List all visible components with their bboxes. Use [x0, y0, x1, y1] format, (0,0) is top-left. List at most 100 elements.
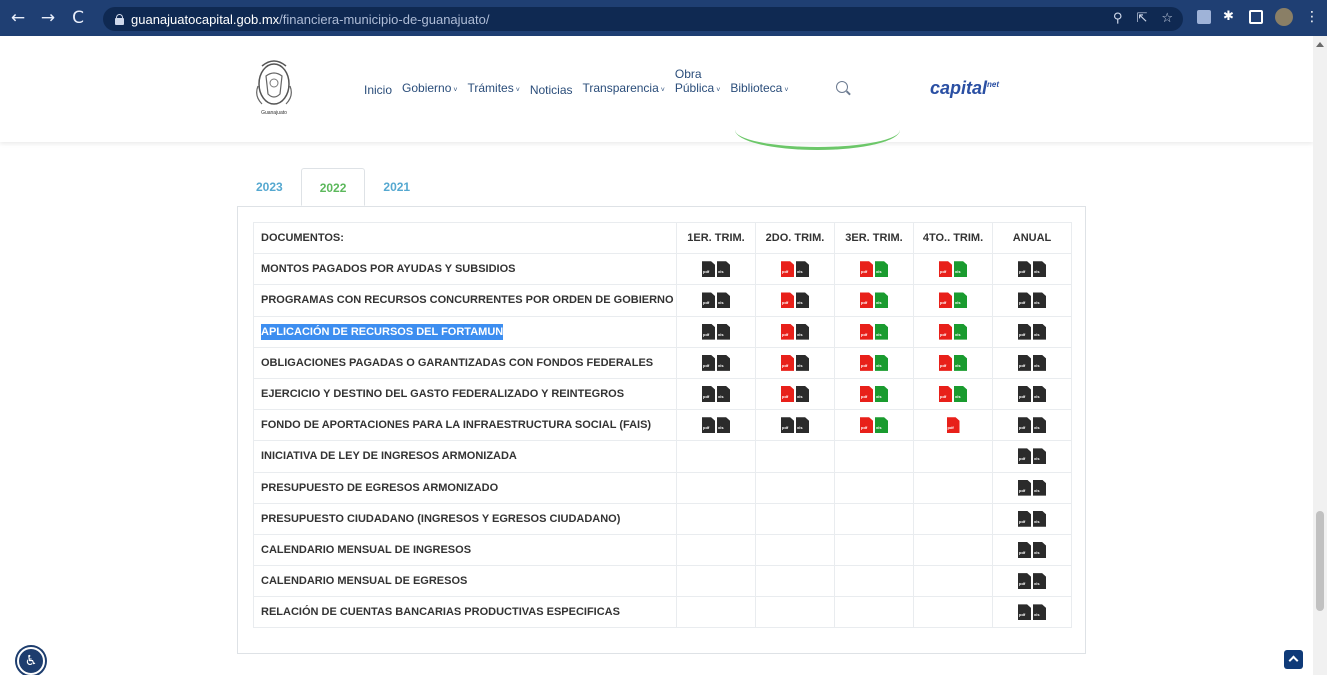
xls-file-icon[interactable]: xls: [875, 323, 888, 340]
lock-icon[interactable]: [115, 13, 124, 25]
pdf-file-icon[interactable]: pdf: [1018, 417, 1031, 434]
pdf-file-icon[interactable]: pdf: [702, 323, 715, 340]
xls-file-icon[interactable]: xls: [796, 261, 809, 278]
profile-avatar[interactable]: [1275, 8, 1293, 26]
extension-icon[interactable]: [1197, 10, 1211, 24]
xls-file-icon[interactable]: xls: [796, 386, 809, 403]
puzzle-icon[interactable]: ✱: [1223, 10, 1237, 24]
menu-item-tramites[interactable]: Trámites ˅: [467, 81, 519, 98]
xls-file-icon[interactable]: xls: [875, 261, 888, 278]
pdf-file-icon[interactable]: pdf: [1018, 510, 1031, 527]
xls-file-icon[interactable]: xls: [875, 417, 888, 434]
xls-file-icon[interactable]: xls: [796, 417, 809, 434]
scrollbar-thumb[interactable]: [1316, 511, 1324, 611]
xls-file-icon[interactable]: xls: [717, 354, 730, 371]
pdf-file-icon[interactable]: pdf: [860, 386, 873, 403]
capitalnet-logo[interactable]: capitalnet: [930, 78, 999, 99]
pdf-file-icon[interactable]: pdf: [939, 261, 952, 278]
menu-item-obra-publica[interactable]: Obra Pública ˅: [675, 67, 720, 98]
pdf-file-icon[interactable]: pdf: [939, 354, 952, 371]
xls-file-icon[interactable]: xls: [1033, 573, 1046, 590]
pdf-file-icon[interactable]: pdf: [781, 417, 794, 434]
menu-item-biblioteca[interactable]: Biblioteca ˅: [730, 81, 788, 98]
scroll-up-arrow-icon[interactable]: [1316, 42, 1324, 47]
scroll-to-top-button[interactable]: [1284, 650, 1303, 669]
xls-file-icon[interactable]: xls: [1033, 323, 1046, 340]
xls-file-icon[interactable]: xls: [1033, 510, 1046, 527]
address-bar[interactable]: guanajuatocapital.gob.mx/financiera-muni…: [103, 7, 1183, 31]
xls-file-icon[interactable]: xls: [875, 354, 888, 371]
xls-file-icon[interactable]: xls: [1033, 261, 1046, 278]
menu-item-inicio[interactable]: Inicio: [364, 83, 392, 97]
bookmark-star-icon[interactable]: ☆: [1161, 11, 1173, 26]
xls-file-icon[interactable]: xls: [954, 354, 967, 371]
pdf-file-icon[interactable]: pdf: [1018, 354, 1031, 371]
pdf-file-icon[interactable]: pdf: [1018, 292, 1031, 309]
xls-file-icon[interactable]: xls: [1033, 604, 1046, 621]
pdf-file-icon[interactable]: pdf: [860, 354, 873, 371]
xls-file-icon[interactable]: xls: [954, 323, 967, 340]
zoom-icon[interactable]: ⚲: [1113, 11, 1123, 26]
pdf-file-icon[interactable]: pdf: [1018, 323, 1031, 340]
menu-item-gobierno[interactable]: Gobierno ˅: [402, 81, 457, 98]
pdf-file-icon[interactable]: pdf: [946, 417, 960, 434]
xls-file-icon[interactable]: xls: [1033, 479, 1046, 496]
menu-item-transparencia[interactable]: Transparencia ˅: [583, 81, 665, 98]
pdf-file-icon[interactable]: pdf: [939, 323, 952, 340]
xls-file-icon[interactable]: xls: [1033, 417, 1046, 434]
xls-file-icon[interactable]: xls: [875, 292, 888, 309]
xls-file-icon[interactable]: xls: [717, 292, 730, 309]
xls-file-icon[interactable]: xls: [796, 354, 809, 371]
kebab-menu-icon[interactable]: ⋮: [1305, 9, 1319, 25]
xls-file-icon[interactable]: xls: [954, 261, 967, 278]
pdf-file-icon[interactable]: pdf: [1018, 261, 1031, 278]
xls-file-icon[interactable]: xls: [796, 323, 809, 340]
xls-file-icon[interactable]: xls: [1033, 354, 1046, 371]
pdf-file-icon[interactable]: pdf: [781, 323, 794, 340]
pdf-file-icon[interactable]: pdf: [702, 292, 715, 309]
pdf-file-icon[interactable]: pdf: [860, 417, 873, 434]
url-text[interactable]: guanajuatocapital.gob.mx/financiera-muni…: [131, 12, 489, 27]
scrollbar[interactable]: [1313, 36, 1327, 675]
xls-file-icon[interactable]: xls: [954, 386, 967, 403]
xls-file-icon[interactable]: xls: [717, 323, 730, 340]
pdf-file-icon[interactable]: pdf: [1018, 573, 1031, 590]
pdf-file-icon[interactable]: pdf: [1018, 604, 1031, 621]
pdf-file-icon[interactable]: pdf: [702, 386, 715, 403]
pdf-file-icon[interactable]: pdf: [702, 261, 715, 278]
pdf-file-icon[interactable]: pdf: [702, 354, 715, 371]
xls-file-icon[interactable]: xls: [717, 417, 730, 434]
pdf-file-icon[interactable]: pdf: [1018, 448, 1031, 465]
side-panel-icon[interactable]: [1249, 10, 1263, 24]
xls-file-icon[interactable]: xls: [717, 261, 730, 278]
tab-2021[interactable]: 2021: [365, 168, 428, 206]
pdf-file-icon[interactable]: pdf: [781, 292, 794, 309]
xls-file-icon[interactable]: xls: [796, 292, 809, 309]
menu-item-noticias[interactable]: Noticias: [530, 83, 573, 97]
reload-icon[interactable]: C: [66, 6, 90, 30]
xls-file-icon[interactable]: xls: [954, 292, 967, 309]
pdf-file-icon[interactable]: pdf: [939, 386, 952, 403]
tab-2023[interactable]: 2023: [238, 168, 301, 206]
pdf-file-icon[interactable]: pdf: [939, 292, 952, 309]
xls-file-icon[interactable]: xls: [1033, 448, 1046, 465]
back-icon[interactable]: ←: [6, 6, 30, 30]
xls-file-icon[interactable]: xls: [1033, 292, 1046, 309]
pdf-file-icon[interactable]: pdf: [1018, 386, 1031, 403]
pdf-file-icon[interactable]: pdf: [1018, 541, 1031, 558]
pdf-file-icon[interactable]: pdf: [781, 354, 794, 371]
xls-file-icon[interactable]: xls: [1033, 386, 1046, 403]
guanajuato-logo[interactable]: Guanajuato: [250, 56, 298, 122]
pdf-file-icon[interactable]: pdf: [781, 261, 794, 278]
xls-file-icon[interactable]: xls: [1033, 541, 1046, 558]
pdf-file-icon[interactable]: pdf: [702, 417, 715, 434]
pdf-file-icon[interactable]: pdf: [860, 261, 873, 278]
pdf-file-icon[interactable]: pdf: [860, 292, 873, 309]
share-icon[interactable]: ⇱: [1136, 11, 1147, 26]
tab-2022[interactable]: 2022: [300, 168, 366, 206]
accessibility-icon[interactable]: ♿: [17, 647, 45, 675]
pdf-file-icon[interactable]: pdf: [860, 323, 873, 340]
xls-file-icon[interactable]: xls: [717, 386, 730, 403]
xls-file-icon[interactable]: xls: [875, 386, 888, 403]
forward-icon[interactable]: →: [36, 6, 60, 30]
